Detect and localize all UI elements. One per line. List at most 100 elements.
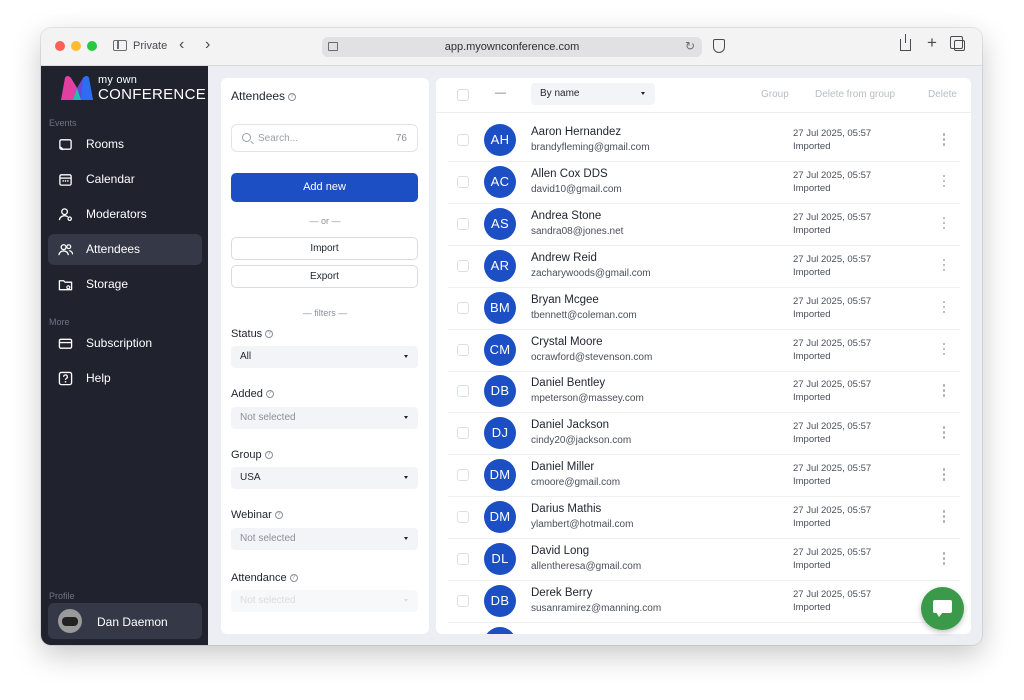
added-select-value: Not selected <box>240 412 296 423</box>
row-checkbox[interactable] <box>457 553 469 565</box>
row-checkbox[interactable] <box>457 259 469 272</box>
attendee-name: Daniel Bentley <box>531 377 606 390</box>
close-window-button[interactable] <box>55 41 65 51</box>
sidebar-item-label: Moderators <box>86 207 147 221</box>
attendee-name: Daniel Miller <box>531 461 595 474</box>
sidebar-item-label: Subscription <box>86 336 153 350</box>
status-select[interactable]: All <box>231 346 418 368</box>
sort-select[interactable]: By name <box>531 83 655 105</box>
row-checkbox[interactable] <box>457 217 469 230</box>
browser-titlebar: Private ‹ › app.myownconference.com ↻ + <box>41 28 982 66</box>
logo-line-1: my own <box>98 74 138 86</box>
add-new-button[interactable]: Add new <box>231 173 418 202</box>
help-icon[interactable]: ? <box>274 511 283 520</box>
added-label: Added? <box>231 388 274 400</box>
attendee-name: Crystal Moore <box>531 335 603 348</box>
export-button[interactable]: Export <box>231 265 418 288</box>
more-options-icon[interactable] <box>942 552 946 568</box>
table-row[interactable]: DM Daniel Miller cmoore@gmail.com 27 Jul 20… <box>448 455 960 498</box>
webinar-label: Webinar? <box>231 509 283 521</box>
row-checkbox[interactable] <box>457 134 469 146</box>
table-row[interactable]: AH Aaron Hernandez brandyfleming@gmail.com… <box>448 120 960 162</box>
help-icon[interactable]: ? <box>288 92 297 101</box>
row-checkbox[interactable] <box>457 175 469 188</box>
attendee-name: Daniel Jackson <box>531 419 609 432</box>
table-row[interactable]: DM Darius Mathis ylambert@hotmail.com 27 Ju… <box>448 497 960 540</box>
group-button[interactable]: Group <box>761 89 789 100</box>
more-options-icon[interactable] <box>942 216 946 233</box>
table-row[interactable]: DB Derek Berry susanramirez@manning.com 27 … <box>448 581 960 623</box>
browser-window: Private ‹ › app.myownconference.com ↻ + … <box>41 28 982 645</box>
forward-icon[interactable]: › <box>205 36 210 54</box>
group-select[interactable]: USA <box>231 467 418 489</box>
more-options-icon[interactable] <box>942 510 946 526</box>
new-tab-icon[interactable]: + <box>927 33 937 53</box>
more-options-icon[interactable] <box>942 133 946 149</box>
table-row[interactable]: DJ Daniel Jackson cindy20@jackson.com 27 Ju… <box>448 413 960 456</box>
more-options-icon[interactable] <box>942 174 946 191</box>
row-checkbox[interactable] <box>457 343 469 356</box>
row-checkbox[interactable] <box>457 469 469 482</box>
webinar-select[interactable]: Not selected <box>231 528 418 550</box>
row-checkbox[interactable] <box>457 301 469 314</box>
row-checkbox[interactable] <box>457 427 469 440</box>
avatar: DJ <box>484 417 516 450</box>
table-row[interactable]: AC Allen Cox DDS david10@gmail.com 27 Jul 2… <box>448 162 960 204</box>
search-field[interactable]: 76 <box>231 124 418 152</box>
status-label: Status? <box>231 328 274 340</box>
table-row[interactable]: AR Andrew Reid zacharywoods@gmail.com 27 Ju… <box>448 246 960 288</box>
brand-logo[interactable]: my own CONFERENCE <box>59 74 206 108</box>
sidebar-item-attendees[interactable]: Attendees <box>48 234 202 265</box>
delete-from-group-button[interactable]: Delete from group <box>815 89 895 100</box>
row-checkbox[interactable] <box>457 594 469 607</box>
share-icon[interactable] <box>900 34 911 51</box>
import-button[interactable]: Import <box>231 237 418 260</box>
sidebar-item-help[interactable]: Help <box>48 363 202 394</box>
attendee-count: 76 <box>395 133 407 144</box>
more-options-icon[interactable] <box>942 426 946 442</box>
status-label-text: Status <box>231 328 263 340</box>
more-options-icon[interactable] <box>942 258 946 275</box>
added-select[interactable]: Not selected <box>231 407 418 429</box>
table-row[interactable]: DL David Long allentheresa@gmail.com 27 Jul… <box>448 539 960 581</box>
more-options-icon[interactable] <box>942 342 946 359</box>
sidebar-item-subscription[interactable]: Subscription <box>48 328 202 359</box>
table-row[interactable]: DB Daniel Bentley mpeterson@massey.com 27 J… <box>448 371 960 414</box>
more-options-icon[interactable] <box>942 300 946 317</box>
added-source: Imported <box>793 141 831 152</box>
attendance-select[interactable]: Not selected <box>231 590 418 612</box>
table-row[interactable]: CM Crystal Moore ocrawford@stevenson.com 27… <box>448 330 960 372</box>
table-row[interactable]: BM Bryan Mcgee tbennett@coleman.com 27 Jul … <box>448 288 960 330</box>
back-icon[interactable]: ‹ <box>179 36 184 54</box>
search-input[interactable] <box>258 131 378 145</box>
delete-button[interactable]: Delete <box>928 89 957 100</box>
sidebar-toggle-icon[interactable] <box>113 40 127 51</box>
more-options-icon[interactable] <box>942 384 946 400</box>
profile-card[interactable]: Dan Daemon <box>48 603 202 639</box>
address-bar[interactable]: app.myownconference.com ↻ <box>322 37 702 57</box>
zoom-window-button[interactable] <box>87 41 97 51</box>
sidebar-item-label: Calendar <box>86 172 135 186</box>
more-options-icon[interactable] <box>942 468 946 484</box>
select-all-checkbox[interactable] <box>457 89 469 101</box>
or-divider: — or — <box>309 216 341 226</box>
sidebar-item-moderators[interactable]: Moderators <box>48 199 202 230</box>
profile-name: Dan Daemon <box>97 615 168 629</box>
table-row[interactable]: AS Andrea Stone sandra08@jones.net 27 Jul 2… <box>448 204 960 246</box>
minimize-window-button[interactable] <box>71 41 81 51</box>
sidebar-item-rooms[interactable]: Rooms <box>48 129 202 160</box>
help-icon[interactable]: ? <box>265 390 274 399</box>
sidebar-item-storage[interactable]: Storage <box>48 269 202 300</box>
added-date: 27 Jul 2025, 05:57 <box>793 379 872 391</box>
chat-button[interactable] <box>921 587 964 630</box>
sidebar-item-calendar[interactable]: Calendar <box>48 164 202 195</box>
shield-icon[interactable] <box>713 39 725 53</box>
cast-icon <box>59 139 72 151</box>
help-icon[interactable]: ? <box>289 574 298 583</box>
help-icon[interactable]: ? <box>265 330 274 339</box>
help-icon[interactable]: ? <box>264 451 273 460</box>
row-checkbox[interactable] <box>457 511 469 524</box>
tab-overview-icon[interactable] <box>950 36 965 51</box>
row-checkbox[interactable] <box>457 385 469 398</box>
reload-icon[interactable]: ↻ <box>685 39 695 53</box>
